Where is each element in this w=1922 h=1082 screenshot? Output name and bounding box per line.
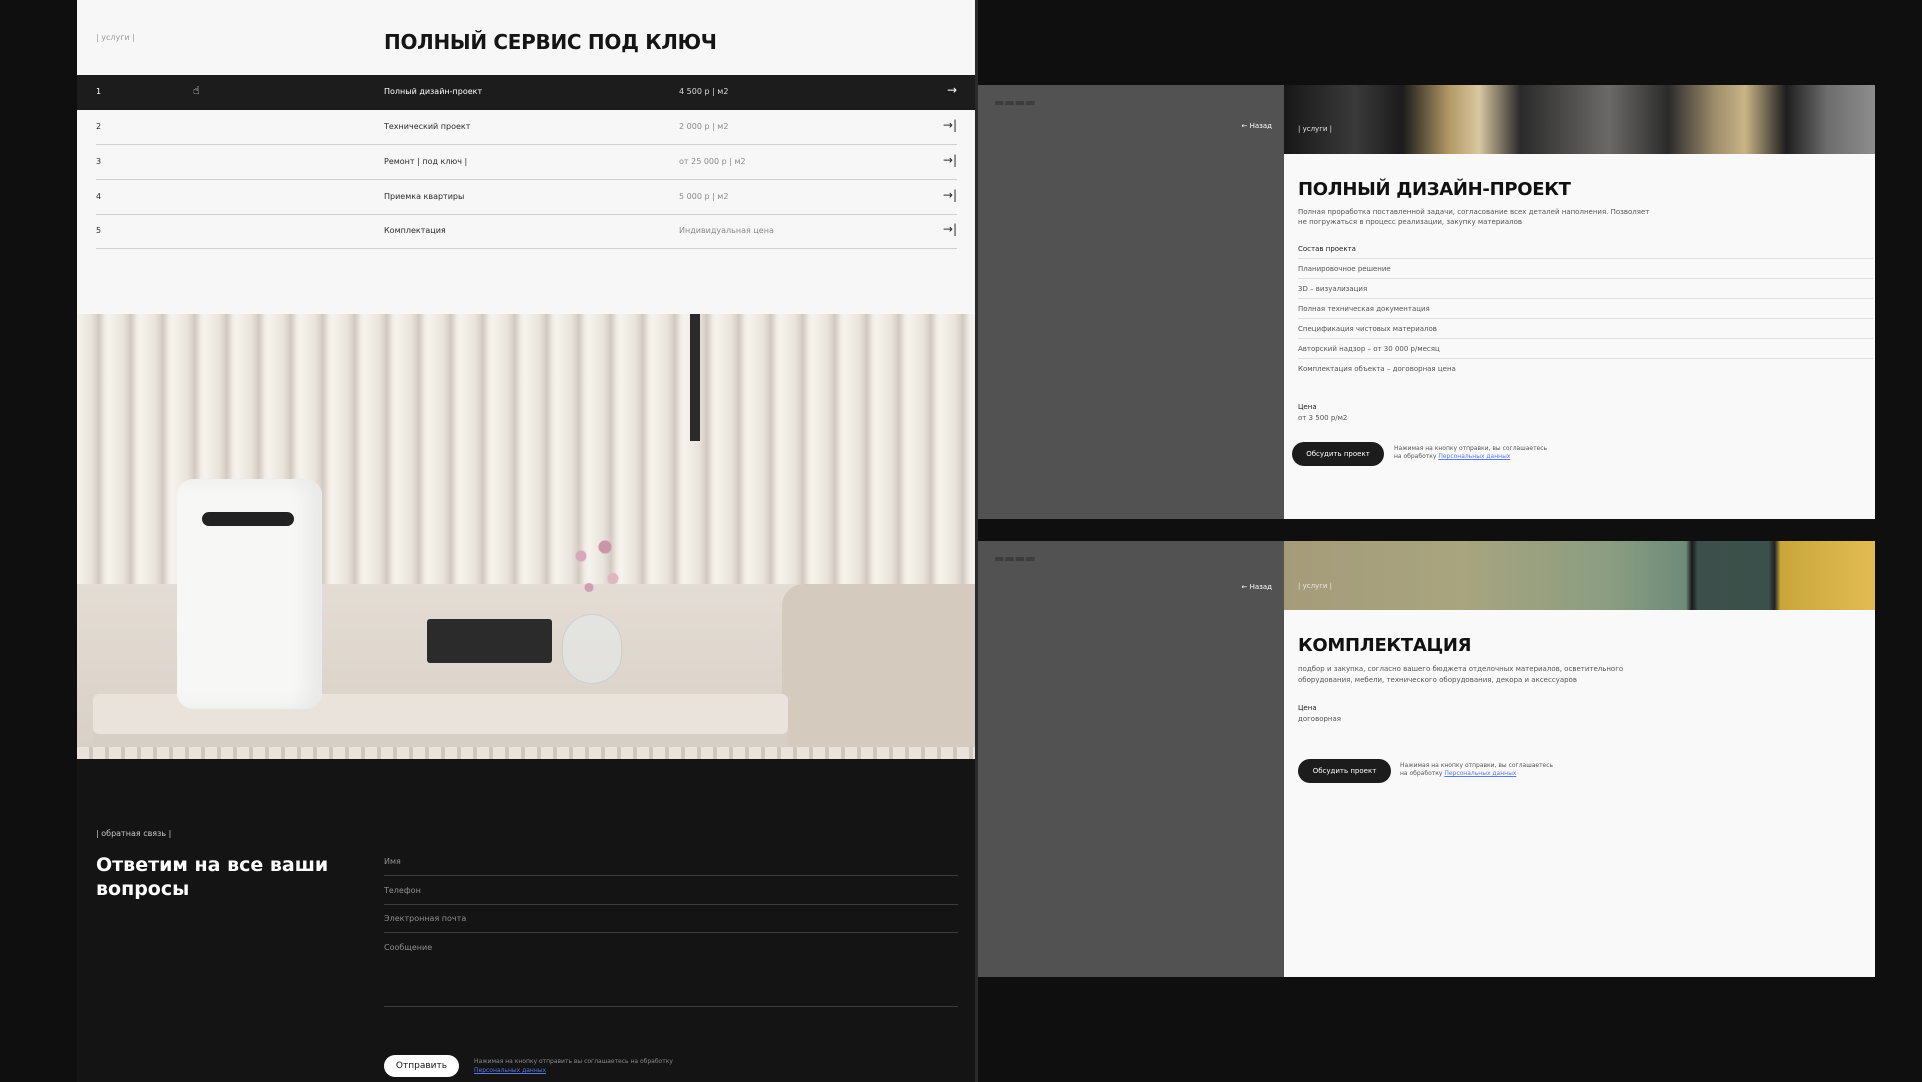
services-page: | услуги | ПОЛНЫЙ СЕРВИС ПОД КЛЮЧ 1 Полн… <box>77 0 975 1082</box>
feedback-title: Ответим на все ваши вопросы <box>96 854 329 900</box>
arrow-right-icon[interactable]: →| <box>943 153 957 167</box>
page-overlay: ▬▬▬▬ ← Назад <box>978 85 1284 519</box>
card-description-2: оборудования, мебели, технического обору… <box>1298 676 1577 684</box>
composition-item: Комплектация объекта – договорная цена <box>1298 358 1873 378</box>
composition-item: Планировочное решение <box>1298 258 1873 278</box>
price-value: от 3 500 р/м2 <box>1298 414 1348 422</box>
glass-vase <box>562 614 622 684</box>
service-name: Комплектация <box>384 226 446 235</box>
discuss-project-button[interactable]: Обсудить проект <box>1292 442 1384 466</box>
arrow-right-icon[interactable]: → <box>947 83 957 97</box>
consent-label: на обработку <box>1394 453 1437 460</box>
arrow-right-icon[interactable]: →| <box>943 188 957 202</box>
message-field[interactable]: Сообщение <box>384 942 958 1007</box>
service-number: 5 <box>96 226 102 235</box>
feedback-tag: | обратная связь | <box>96 829 172 838</box>
phone-field[interactable]: Телефон <box>384 885 958 905</box>
service-number: 4 <box>96 192 102 201</box>
consent-label: Нажимая на кнопку отправки, вы соглашает… <box>1400 762 1554 769</box>
consent-link[interactable]: Персональных данных <box>474 1067 546 1074</box>
card-description-1: подбор и закупка, согласно вашего бюджет… <box>1298 665 1624 673</box>
card-description-2: не погружаться в процесс реализации, зак… <box>1298 218 1523 226</box>
service-number: 1 <box>96 87 102 96</box>
consent-label: Нажимая на кнопку отправить вы соглашает… <box>474 1058 673 1065</box>
email-field[interactable]: Электронная почта <box>384 913 958 933</box>
section-tag: | услуги | <box>96 33 135 42</box>
service-name: Полный дизайн-проект <box>384 87 483 96</box>
consent-text: Нажимая на кнопку отправки, вы соглашает… <box>1400 762 1553 778</box>
service-name: Ремонт | под ключ | <box>384 157 468 166</box>
card-title: ПОЛНЫЙ ДИЗАЙН-ПРОЕКТ <box>1298 179 1571 200</box>
consent-text: Нажимая на кнопку отправки, вы соглашает… <box>1394 445 1547 461</box>
service-row-1[interactable]: 1 Полный дизайн-проект 4 500 р | м2 → <box>77 75 975 110</box>
page-overlay: ▬▬▬▬ ← Назад <box>978 541 1284 977</box>
design-project-card: | услуги | ПОЛНЫЙ ДИЗАЙН-ПРОЕКТ Полная п… <box>1284 85 1875 519</box>
consent-text: Нажимая на кнопку отправить вы соглашает… <box>474 1057 694 1075</box>
arrow-right-icon[interactable]: →| <box>943 222 957 236</box>
flowers <box>557 529 637 619</box>
composition-item: 3D – визуализация <box>1298 278 1873 298</box>
kit-card: | услуги | КОМПЛЕКТАЦИЯ подбор и закупка… <box>1284 541 1875 977</box>
interior-photo <box>77 314 975 759</box>
service-row-2[interactable]: 2 Технический проект 2 000 р | м2 →| <box>96 110 957 145</box>
arrow-right-icon[interactable]: →| <box>943 118 957 132</box>
service-number: 2 <box>96 122 102 131</box>
back-link[interactable]: ← Назад <box>1242 122 1273 130</box>
photo-strip <box>77 747 975 759</box>
service-price: 5 000 р | м2 <box>679 192 729 201</box>
send-button[interactable]: Отправить <box>384 1055 459 1077</box>
service-row-4[interactable]: 4 Приемка квартиры 5 000 р | м2 →| <box>96 180 957 215</box>
humidifier-display <box>202 512 294 526</box>
service-number: 3 <box>96 157 102 166</box>
card-title: КОМПЛЕКТАЦИЯ <box>1298 635 1472 656</box>
phone-placeholder: Телефон <box>384 886 421 895</box>
price-label: Цена <box>1298 704 1317 712</box>
service-price: 2 000 р | м2 <box>679 122 729 131</box>
price-label: Цена <box>1298 403 1317 411</box>
card-description-1: Полная проработка поставленной задачи, с… <box>1298 208 1650 216</box>
name-placeholder: Имя <box>384 857 401 866</box>
sofa <box>782 584 975 759</box>
page-title: ПОЛНЫЙ СЕРВИС ПОД КЛЮЧ <box>384 30 717 54</box>
email-placeholder: Электронная почта <box>384 914 467 923</box>
message-placeholder: Сообщение <box>384 943 433 952</box>
discuss-project-button[interactable]: Обсудить проект <box>1298 759 1391 783</box>
composition-item: Спецификация чистовых материалов <box>1298 318 1873 338</box>
back-link[interactable]: ← Назад <box>1242 583 1273 591</box>
card-tag: | услуги | <box>1298 125 1333 133</box>
consent-label: на обработку <box>1400 770 1443 777</box>
pendant-lamp <box>690 314 700 441</box>
hand-cursor-icon: ☝ <box>193 84 200 97</box>
banner-image <box>1284 541 1875 610</box>
service-row-3[interactable]: 3 Ремонт | под ключ | от 25 000 р | м2 →… <box>96 145 957 180</box>
service-name: Приемка квартиры <box>384 192 465 201</box>
banner-image <box>1284 85 1875 154</box>
name-field[interactable]: Имя <box>384 856 958 876</box>
service-price: 4 500 р | м2 <box>679 87 729 96</box>
wall-sockets <box>427 619 552 663</box>
composition-title: Состав проекта <box>1298 245 1356 253</box>
consent-link[interactable]: Персональных данных <box>1438 453 1510 460</box>
consent-link[interactable]: Персональных данных <box>1444 770 1516 777</box>
service-name: Технический проект <box>384 122 471 131</box>
service-price: от 25 000 р | м2 <box>679 157 746 166</box>
composition-item: Полная техническая документация <box>1298 298 1873 318</box>
price-value: договорная <box>1298 715 1342 723</box>
blurred-logo: ▬▬▬▬ <box>994 552 1036 565</box>
card-tag: | услуги | <box>1298 582 1333 590</box>
composition-item: Авторский надзор – от 30 000 р/месяц <box>1298 338 1873 358</box>
service-row-5[interactable]: 5 Комплектация Индивидуальная цена →| <box>96 214 957 249</box>
consent-label: Нажимая на кнопку отправки, вы соглашает… <box>1394 445 1548 452</box>
service-price: Индивидуальная цена <box>679 226 774 235</box>
blurred-logo: ▬▬▬▬ <box>994 96 1036 109</box>
feedback-section: | обратная связь | Ответим на все ваши в… <box>77 759 975 1082</box>
